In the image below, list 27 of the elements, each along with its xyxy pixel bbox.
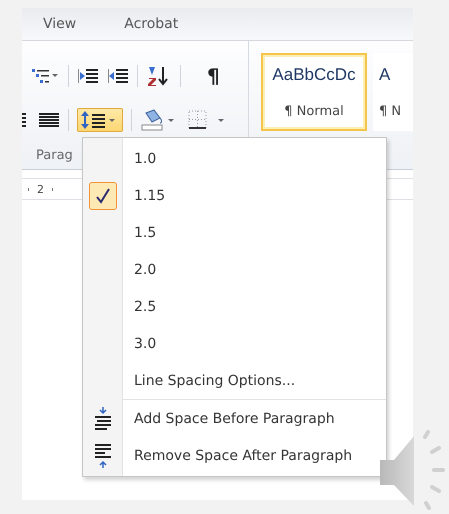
menu-item[interactable]: Remove Space After Paragraph xyxy=(123,448,352,464)
menu-item[interactable]: 1.15 xyxy=(123,188,166,204)
menu-item[interactable]: 1.0 xyxy=(123,150,156,166)
style-tile[interactable]: AaBbCcDc ¶ Normal xyxy=(261,53,367,131)
menu-item[interactable]: 2.5 xyxy=(123,298,156,314)
group-label: Parag xyxy=(36,148,73,163)
menu-item[interactable]: 1.5 xyxy=(123,224,156,240)
menu-item[interactable]: 3.0 xyxy=(123,336,156,352)
style-sample: AaBbCcDc xyxy=(272,64,356,85)
add-space-before-icon xyxy=(95,406,111,430)
decrease-indent-icon[interactable] xyxy=(77,67,99,85)
style-name: ¶ N xyxy=(379,104,402,120)
ruler-number: 2 xyxy=(37,182,44,196)
style-sample: A xyxy=(379,64,390,85)
style-name: ¶ Normal xyxy=(284,104,344,120)
ribbon-tab[interactable]: View xyxy=(36,13,84,35)
menu-item[interactable]: Add Space Before Paragraph xyxy=(123,410,335,426)
increase-indent-icon[interactable] xyxy=(107,67,129,85)
line-spacing-button[interactable] xyxy=(77,108,123,132)
multilevel-list-icon[interactable] xyxy=(30,66,60,86)
justify-icon[interactable] xyxy=(38,111,60,129)
ribbon-tab[interactable]: Acrobat xyxy=(117,13,186,35)
remove-space-after-icon xyxy=(95,444,111,468)
show-formatting-button[interactable]: ¶ xyxy=(207,64,220,88)
style-tile[interactable]: A ¶ N xyxy=(373,53,413,131)
menu-item[interactable]: 2.0 xyxy=(123,262,156,278)
menu-item[interactable]: Line Spacing Options... xyxy=(123,372,296,388)
